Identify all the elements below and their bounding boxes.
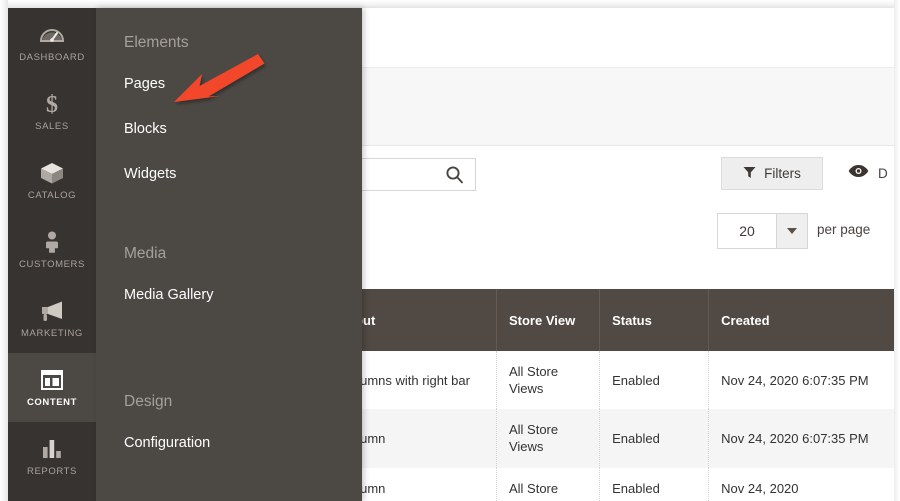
column-header-status[interactable]: Status bbox=[599, 289, 710, 351]
window-frame-right bbox=[894, 0, 900, 501]
person-icon bbox=[39, 229, 65, 255]
sidebar-label: SALES bbox=[35, 121, 69, 132]
sidebar-item-dashboard[interactable]: DASHBOARD bbox=[8, 8, 96, 77]
sidebar-label: CONTENT bbox=[26, 397, 78, 408]
eye-icon bbox=[848, 164, 869, 183]
admin-sidebar-rail: DASHBOARD $ SALES CATALOG CUSTOMERS MARK… bbox=[8, 8, 96, 501]
content-flyout-menu: Elements Pages Blocks Widgets Media Medi… bbox=[96, 8, 362, 501]
flyout-spacer bbox=[96, 211, 362, 245]
filters-label: Filters bbox=[764, 166, 801, 181]
cell-store-view: All Store Views bbox=[496, 409, 601, 468]
cell-status: Enabled bbox=[599, 351, 710, 410]
default-view-label: D bbox=[878, 166, 888, 181]
flyout-spacer bbox=[96, 332, 362, 393]
per-page-value: 20 bbox=[718, 214, 776, 248]
flyout-item-widgets[interactable]: Widgets bbox=[96, 166, 362, 182]
flyout-item-pages[interactable]: Pages bbox=[96, 76, 362, 92]
flyout-group-media-title: Media bbox=[124, 245, 167, 262]
filters-button[interactable]: Filters bbox=[721, 157, 823, 190]
chevron-down-icon[interactable] bbox=[776, 214, 807, 248]
per-page-select[interactable]: 20 bbox=[717, 213, 808, 249]
sidebar-item-reports[interactable]: REPORTS bbox=[8, 422, 96, 491]
bar-chart-icon bbox=[39, 436, 65, 462]
svg-text:$: $ bbox=[46, 92, 58, 117]
sidebar-item-catalog[interactable]: CATALOG bbox=[8, 146, 96, 215]
dashboard-gauge-icon bbox=[39, 22, 65, 48]
flyout-item-blocks[interactable]: Blocks bbox=[96, 121, 362, 137]
funnel-icon bbox=[743, 166, 756, 182]
flyout-group-elements-title: Elements bbox=[124, 34, 189, 51]
cell-created: Nov 24, 2020 6:07:35 PM bbox=[708, 351, 894, 410]
sidebar-label: CATALOG bbox=[27, 190, 77, 201]
window-frame-left bbox=[0, 0, 8, 501]
sidebar-label: MARKETING bbox=[21, 328, 83, 339]
sidebar-label: REPORTS bbox=[27, 466, 77, 477]
column-header-store-view[interactable]: Store View bbox=[496, 289, 601, 351]
sidebar-label: DASHBOARD bbox=[19, 52, 85, 63]
cell-created: Nov 24, 2020 6:07:35 PM bbox=[708, 409, 894, 468]
cell-status: Enabled bbox=[599, 409, 710, 468]
flyout-item-configuration[interactable]: Configuration bbox=[96, 435, 362, 451]
per-page-label: per page bbox=[817, 222, 871, 237]
window-frame-top bbox=[0, 0, 900, 8]
sidebar-item-customers[interactable]: CUSTOMERS bbox=[8, 215, 96, 284]
dollar-sign-icon: $ bbox=[39, 91, 65, 117]
layout-page-icon bbox=[39, 367, 65, 393]
cell-created: Nov 24, 2020 bbox=[708, 467, 894, 501]
cell-status: Enabled bbox=[599, 467, 710, 501]
sidebar-item-sales[interactable]: $ SALES bbox=[8, 77, 96, 146]
cell-store-view: All Store Views bbox=[496, 351, 601, 410]
flyout-group-design-title: Design bbox=[124, 393, 173, 410]
column-header-created[interactable]: Created bbox=[708, 289, 894, 351]
screenshot-root: Filters D s found 20 bbox=[0, 0, 900, 501]
cell-store-view: All Store bbox=[496, 467, 601, 501]
magnifier-icon bbox=[445, 165, 464, 184]
megaphone-icon bbox=[39, 298, 65, 324]
sidebar-label: CUSTOMERS bbox=[19, 259, 85, 270]
flyout-item-media-gallery[interactable]: Media Gallery bbox=[96, 287, 362, 303]
sidebar-item-stores[interactable]: STORES bbox=[8, 491, 96, 501]
box-package-icon bbox=[39, 160, 65, 186]
sidebar-item-content[interactable]: CONTENT bbox=[8, 353, 96, 422]
default-view-switcher[interactable]: D bbox=[848, 164, 888, 183]
sidebar-item-marketing[interactable]: MARKETING bbox=[8, 284, 96, 353]
